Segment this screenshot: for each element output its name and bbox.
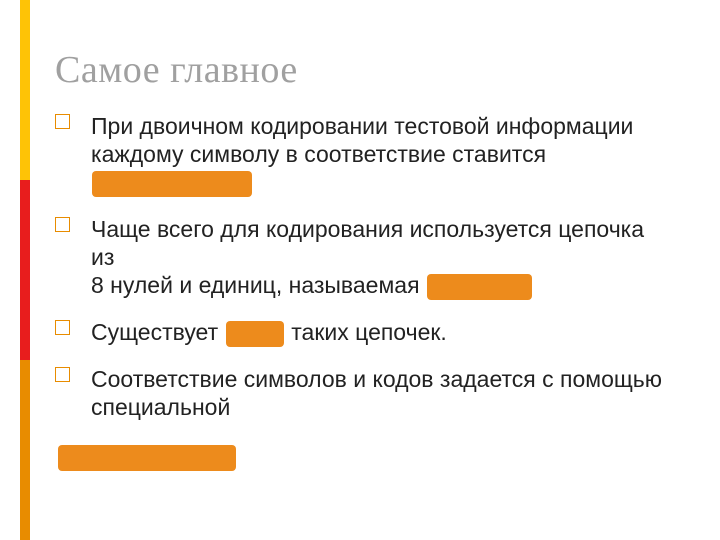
list-item: Чаще всего для кодирования используется … (55, 215, 665, 300)
item-text-pre: Существует (91, 319, 225, 345)
hidden-highlight: байтом (427, 274, 532, 300)
list-item: Существует 256 таких цепочек. (55, 318, 665, 347)
item-text-post: таких цепочек. (285, 319, 447, 345)
stripe-top (20, 0, 30, 180)
stripe-bottom (20, 360, 30, 540)
hidden-highlight (58, 445, 236, 471)
item-text-pre: Чаще всего для кодирования используется … (91, 216, 644, 298)
bullet-icon (55, 114, 70, 129)
slide: Самое главное При двоичном кодировании т… (0, 0, 720, 540)
item-text-pre: При двоичном кодировании тестовой информ… (91, 113, 633, 167)
bullet-icon (55, 367, 70, 382)
hidden-highlight: двоичный код (92, 171, 252, 197)
stripe-mid (20, 180, 30, 360)
bullet-icon (55, 217, 70, 232)
list-item: При двоичном кодировании тестовой информ… (55, 112, 665, 197)
left-stripe (20, 0, 30, 540)
bullet-icon (55, 320, 70, 335)
item-text-pre: Соответствие символов и кодов задается с… (91, 366, 662, 420)
slide-title: Самое главное (55, 48, 298, 92)
list-item: Соответствие символов и кодов задается с… (55, 365, 665, 449)
content-list: При двоичном кодировании тестовой информ… (55, 112, 665, 453)
hidden-highlight: 256 (226, 321, 284, 347)
